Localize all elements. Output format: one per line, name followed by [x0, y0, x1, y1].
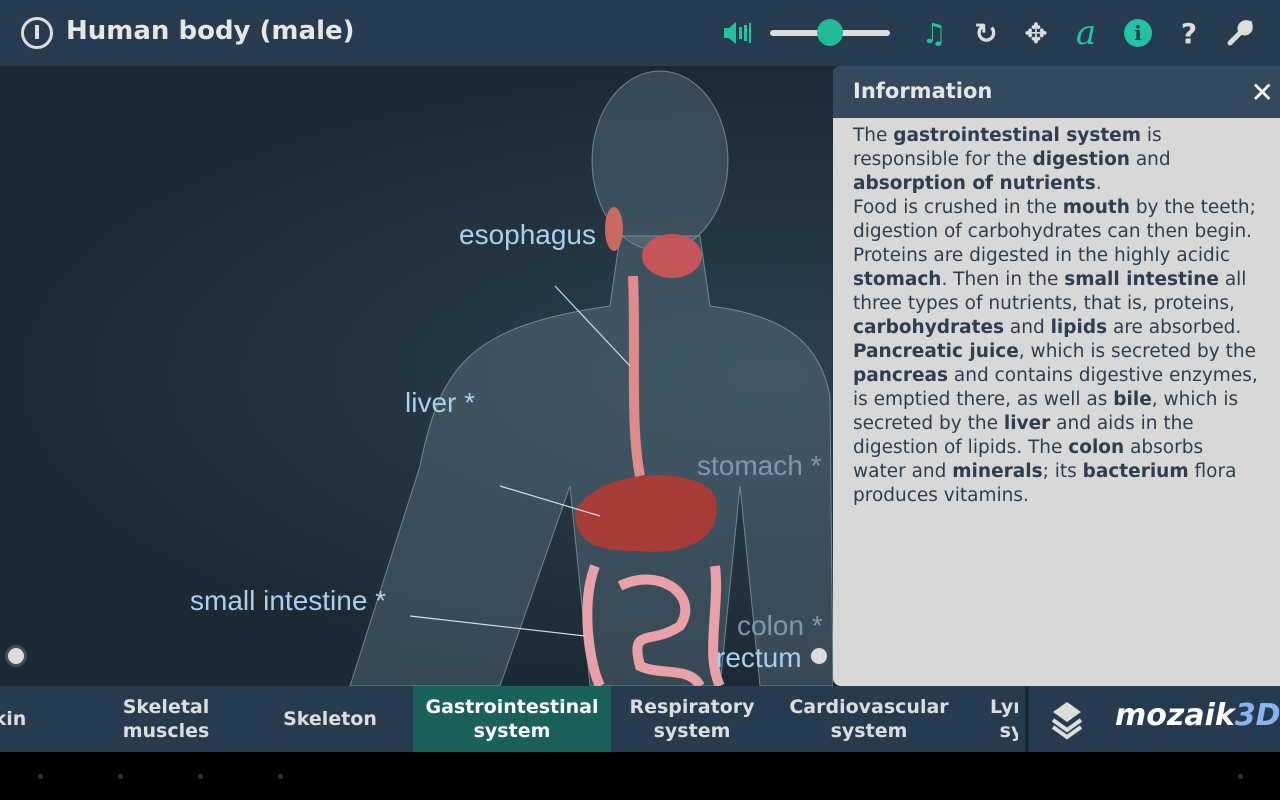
brand-area: mozaik3D: [1025, 686, 1280, 752]
info-text: ; its: [1042, 461, 1083, 482]
tab-gastrointestinal-system[interactable]: Gastrointestinal system: [413, 686, 611, 752]
reset-icon[interactable]: ↻: [968, 14, 1004, 52]
system-nav-bar: [0, 752, 1280, 800]
info-keyword: absorption of nutrients: [853, 173, 1096, 194]
info-keyword: pancreas: [853, 365, 949, 386]
tab-cardiovascular-system[interactable]: Cardiovascular system: [784, 686, 954, 752]
nav-dot: [278, 774, 283, 779]
music-icon[interactable]: ♫: [916, 14, 952, 52]
label-rectum[interactable]: rectum: [716, 642, 802, 674]
tab-skin[interactable]: kin: [0, 686, 50, 752]
nav-dot: [198, 774, 203, 779]
settings-icon[interactable]: [1222, 14, 1258, 52]
info-text: are absorbed.: [1107, 317, 1242, 338]
volume-slider-knob[interactable]: [817, 19, 843, 46]
information-title: Information: [833, 66, 1280, 118]
tab-skeletal-muscles[interactable]: Skeletal muscles: [100, 686, 232, 752]
logo-suffix: 3D: [1234, 698, 1280, 733]
info-paragraph: The gastrointestinal system is responsib…: [853, 124, 1260, 196]
info-text: , which is secreted by the: [1018, 341, 1256, 362]
info-keyword: mouth: [1062, 197, 1130, 218]
tab-skeleton[interactable]: Skeleton: [260, 686, 400, 752]
info-keyword: bile: [1113, 389, 1152, 410]
rotate-handle-left[interactable]: [5, 645, 27, 667]
info-text: . Then in the: [941, 269, 1065, 290]
nav-dot: [118, 774, 123, 779]
info-text: and: [1004, 317, 1051, 338]
tab-lymphatic-system[interactable]: Lym sy: [990, 686, 1018, 752]
top-bar: Human body (male) ♫ ↻ ✥ a i ?: [0, 0, 1280, 66]
info-text: The: [853, 125, 894, 146]
information-panel: Information ✕ The gastrointestinal syste…: [833, 66, 1280, 686]
help-icon[interactable]: ?: [1172, 14, 1206, 52]
info-keyword: minerals: [952, 461, 1043, 482]
label-colon[interactable]: colon *: [737, 610, 823, 642]
font-icon[interactable]: a: [1068, 13, 1104, 53]
info-paragraph: Food is crushed in the mouth by the teet…: [853, 196, 1260, 340]
volume-slider[interactable]: [770, 19, 890, 46]
info-keyword: bacterium: [1082, 461, 1189, 482]
info-text: and: [1129, 149, 1171, 170]
info-keyword: lipids: [1050, 317, 1108, 338]
nav-dot: [38, 774, 43, 779]
info-keyword: stomach: [853, 269, 942, 290]
rotate-handle-right[interactable]: [808, 645, 830, 667]
move-icon[interactable]: ✥: [1018, 14, 1054, 52]
page-title: Human body (male): [66, 16, 355, 46]
close-icon[interactable]: ✕: [1251, 76, 1274, 109]
label-liver[interactable]: liver *: [405, 387, 475, 419]
info-keyword: colon: [1068, 437, 1125, 458]
info-text: Food is crushed in the: [853, 197, 1063, 218]
info-text: .: [1095, 173, 1102, 194]
info-keyword: Pancreatic juice: [853, 341, 1019, 362]
power-icon[interactable]: [21, 17, 53, 49]
layers-icon[interactable]: [1047, 700, 1087, 744]
info-keyword: liver: [1003, 413, 1051, 434]
info-keyword: gastrointestinal system: [893, 125, 1141, 146]
mozaik3d-logo: mozaik3D: [1115, 698, 1280, 733]
info-keyword: carbohydrates: [853, 317, 1005, 338]
information-text: The gastrointestinal system is responsib…: [833, 118, 1280, 514]
speaker-icon[interactable]: [720, 14, 754, 52]
info-keyword: digestion: [1032, 149, 1130, 170]
tab-respiratory-system[interactable]: Respiratory system: [622, 686, 762, 752]
info-keyword: small intestine: [1064, 269, 1219, 290]
human-body-model[interactable]: [0, 66, 833, 686]
label-esophagus[interactable]: esophagus: [459, 219, 596, 251]
info-icon[interactable]: i: [1124, 19, 1152, 47]
logo-text: mozaik: [1115, 698, 1235, 733]
info-paragraph: Pancreatic juice, which is secreted by t…: [853, 340, 1260, 508]
nav-dot: [1238, 774, 1243, 779]
system-tabs: kin Skeletal muscles Skeleton Gastrointe…: [0, 686, 1025, 752]
label-small-intestine[interactable]: small intestine *: [190, 585, 386, 617]
label-stomach[interactable]: stomach *: [697, 450, 822, 482]
